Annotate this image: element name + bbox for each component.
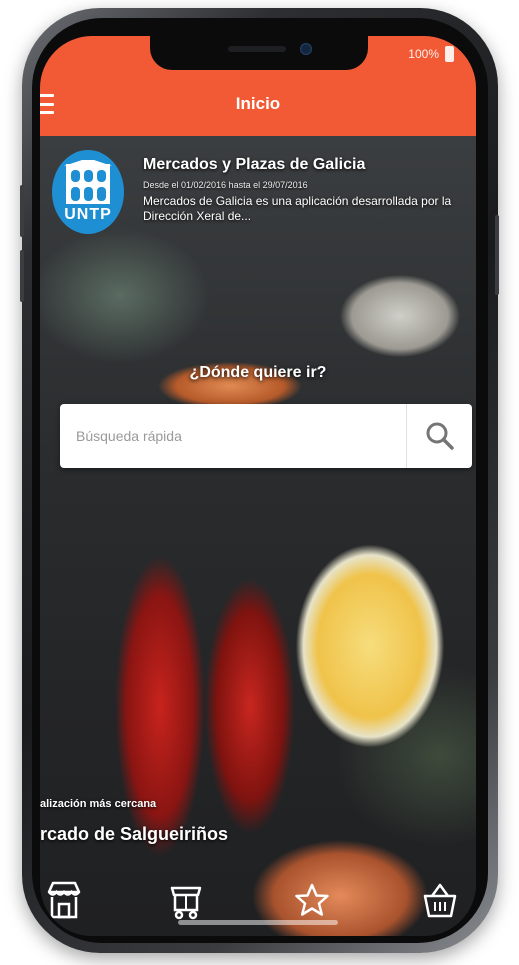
search-icon bbox=[426, 422, 454, 450]
status-indicators: 100% bbox=[408, 46, 454, 62]
logo-text: UNTP bbox=[64, 206, 112, 223]
building-icon bbox=[64, 160, 112, 204]
nav-favorites[interactable] bbox=[290, 876, 334, 924]
power-button bbox=[495, 215, 499, 295]
search-box bbox=[60, 404, 472, 468]
nearest-market-name[interactable]: rcado de Salgueiriños bbox=[40, 824, 228, 845]
news-dates: Desde el 01/02/2016 hasta el 29/07/2016 bbox=[143, 180, 308, 190]
home-content: UNTP Mercados y Plazas de Galicia Desde … bbox=[40, 136, 476, 936]
front-camera bbox=[300, 43, 312, 55]
untp-logo: UNTP bbox=[52, 150, 124, 234]
notch bbox=[150, 36, 368, 70]
nav-stalls[interactable] bbox=[164, 876, 208, 924]
nav-basket[interactable] bbox=[418, 876, 462, 924]
search-heading: ¿Dónde quiere ir? bbox=[189, 364, 327, 381]
news-title: Mercados y Plazas de Galicia bbox=[143, 156, 366, 173]
star-icon bbox=[295, 883, 329, 916]
market-icon bbox=[47, 881, 81, 919]
battery-icon bbox=[445, 46, 454, 62]
app-bar: Inicio bbox=[40, 74, 476, 136]
nearest-location-label: alización más cercana bbox=[40, 798, 157, 810]
search-button[interactable] bbox=[407, 404, 472, 468]
search-input[interactable] bbox=[60, 404, 405, 468]
bottom-nav bbox=[40, 876, 476, 936]
speaker bbox=[228, 46, 286, 52]
cart-icon bbox=[170, 886, 202, 920]
page-title: Inicio bbox=[235, 94, 281, 113]
basket-icon bbox=[423, 883, 457, 918]
volume-up-button bbox=[20, 185, 24, 237]
battery-percentage: 100% bbox=[408, 47, 439, 61]
home-indicator bbox=[178, 920, 338, 925]
phone-screen: 100% Inicio UNTP Mercados y Plazas de Ga… bbox=[40, 36, 476, 936]
volume-down-button bbox=[20, 250, 24, 302]
nav-markets[interactable] bbox=[42, 876, 86, 924]
news-description: Mercados de Galicia es una aplicación de… bbox=[143, 194, 452, 223]
